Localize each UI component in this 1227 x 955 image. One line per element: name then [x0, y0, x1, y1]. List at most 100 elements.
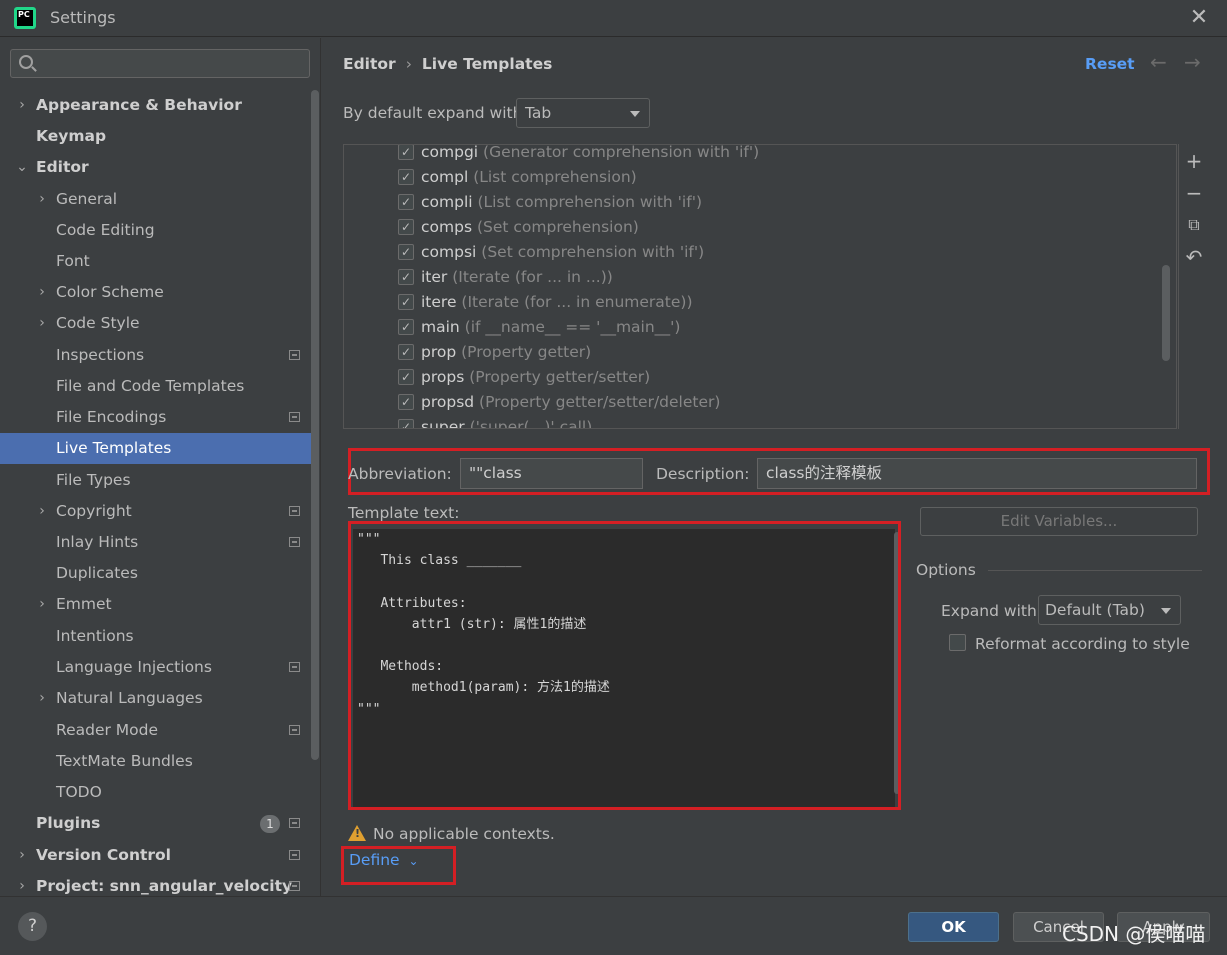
sidebar-item-label: Inspections — [56, 346, 145, 364]
sidebar-scrollbar[interactable] — [311, 90, 319, 760]
chevron-right-icon[interactable]: › — [16, 90, 28, 121]
sidebar-item-language-injections[interactable]: Language Injections — [0, 652, 313, 683]
sidebar-item-file-encodings[interactable]: File Encodings — [0, 402, 313, 433]
main-panel: Editor › Live Templates Reset ← → By defau… — [322, 38, 1227, 896]
add-icon[interactable]: + — [1183, 150, 1205, 172]
chevron-right-icon[interactable]: › — [36, 683, 48, 714]
sidebar-item-label: Intentions — [56, 627, 134, 645]
back-arrow-icon[interactable]: ← — [1150, 50, 1167, 74]
sidebar-item-inlay-hints[interactable]: Inlay Hints — [0, 527, 313, 558]
warning-icon — [348, 825, 366, 841]
sidebar-item-color-scheme[interactable]: › Color Scheme — [0, 277, 313, 308]
csdn-watermark: CSDN @侯喵喵 — [1062, 922, 1206, 946]
ok-button[interactable]: OK — [908, 912, 999, 942]
template-list[interactable]: ✓ compgi (Generator comprehension with 'i… — [343, 144, 1177, 429]
sidebar-item-label: Font — [56, 252, 90, 270]
template-description: (Iterate (for ... in ...)) — [452, 268, 613, 286]
sidebar-item-label: Inlay Hints — [56, 533, 139, 551]
chevron-right-icon[interactable]: › — [16, 840, 28, 871]
sidebar-item-emmet[interactable]: › Emmet — [0, 589, 313, 620]
sidebar-item-label: Live Templates — [56, 439, 172, 457]
sidebar-item-font[interactable]: Font — [0, 246, 313, 277]
template-checkbox[interactable]: ✓ — [398, 145, 414, 160]
chevron-down-icon[interactable]: ⌄ — [16, 152, 28, 183]
sidebar-item-live-templates[interactable]: Live Templates — [0, 433, 313, 464]
project-scope-icon — [289, 850, 300, 860]
define-link[interactable]: Define ⌄ — [349, 851, 419, 869]
template-checkbox[interactable]: ✓ — [398, 394, 414, 410]
project-scope-icon — [289, 725, 300, 735]
sidebar-item-reader-mode[interactable]: Reader Mode — [0, 715, 313, 746]
template-checkbox[interactable]: ✓ — [398, 194, 414, 210]
sidebar-item-label: Duplicates — [56, 564, 138, 582]
sidebar-item-code-editing[interactable]: Code Editing — [0, 215, 313, 246]
copy-icon[interactable]: ⧉ — [1183, 214, 1205, 236]
chevron-right-icon[interactable]: › — [36, 589, 48, 620]
sidebar-item-label: Language Injections — [56, 658, 212, 676]
description-input[interactable]: class的注释模板 — [757, 458, 1197, 489]
sidebar-item-label: Reader Mode — [56, 721, 159, 739]
sidebar-item-label: Color Scheme — [56, 283, 164, 301]
template-description: (Iterate (for ... in enumerate)) — [461, 293, 693, 311]
sidebar-item-natural-languages[interactable]: › Natural Languages — [0, 683, 313, 714]
sidebar-item-duplicates[interactable]: Duplicates — [0, 558, 313, 589]
template-abbreviation: props (Property getter/setter) — [421, 368, 651, 386]
breadcrumb: Editor › Live Templates — [343, 55, 552, 73]
sidebar-item-inspections[interactable]: Inspections — [0, 340, 313, 371]
help-icon[interactable]: ? — [18, 912, 47, 941]
abbreviation-input[interactable]: ""class — [460, 458, 643, 489]
template-checkbox[interactable]: ✓ — [398, 294, 414, 310]
template-checkbox[interactable]: ✓ — [398, 269, 414, 285]
project-scope-icon — [289, 350, 300, 360]
sidebar-item-file-and-code-templates[interactable]: File and Code Templates — [0, 371, 313, 402]
forward-arrow-icon[interactable]: → — [1184, 50, 1201, 74]
template-checkbox[interactable]: ✓ — [398, 369, 414, 385]
template-checkbox[interactable]: ✓ — [398, 219, 414, 235]
edit-variables-button[interactable]: Edit Variables... — [920, 507, 1198, 536]
sidebar-item-textmate-bundles[interactable]: TextMate Bundles — [0, 746, 313, 777]
restore-icon[interactable]: ↶ — [1183, 246, 1205, 268]
template-checkbox[interactable]: ✓ — [398, 344, 414, 360]
sidebar-item-file-types[interactable]: File Types — [0, 465, 313, 496]
highlight-box-template — [348, 521, 901, 810]
reformat-checkbox[interactable] — [949, 634, 966, 651]
remove-icon[interactable]: − — [1183, 182, 1205, 204]
template-abbreviation: iter (Iterate (for ... in ...)) — [421, 268, 613, 286]
sidebar-item-todo[interactable]: TODO — [0, 777, 313, 808]
breadcrumb-parent[interactable]: Editor — [343, 55, 396, 73]
template-abbreviation: main (if __name__ == '__main__') — [421, 318, 681, 336]
sidebar-item-general[interactable]: › General — [0, 184, 313, 215]
chevron-right-icon[interactable]: › — [36, 308, 48, 339]
chevron-right-icon[interactable]: › — [36, 277, 48, 308]
options-expand-dropdown[interactable]: Default (Tab) — [1038, 595, 1181, 625]
close-icon[interactable]: ✕ — [1186, 5, 1212, 31]
template-checkbox[interactable]: ✓ — [398, 169, 414, 185]
sidebar-item-editor[interactable]: ⌄ Editor — [0, 152, 313, 183]
sidebar-item-label: TextMate Bundles — [56, 752, 193, 770]
options-expand-label: Expand with — [941, 602, 1037, 620]
template-checkbox[interactable]: ✓ — [398, 244, 414, 260]
search-icon — [19, 55, 33, 69]
chevron-right-icon[interactable]: › — [36, 496, 48, 527]
chevron-right-icon[interactable]: › — [36, 184, 48, 215]
template-description: (if __name__ == '__main__') — [464, 318, 681, 336]
sidebar-item-keymap[interactable]: Keymap — [0, 121, 313, 152]
sidebar-item-label: Code Style — [56, 314, 140, 332]
expand-with-dropdown[interactable]: Tab — [516, 98, 650, 128]
sidebar-item-version-control[interactable]: › Version Control — [0, 840, 313, 871]
project-scope-icon — [289, 537, 300, 547]
define-label: Define — [349, 851, 400, 869]
sidebar-item-appearance-behavior[interactable]: › Appearance & Behavior — [0, 90, 313, 121]
sidebar-item-plugins[interactable]: Plugins 1 — [0, 808, 313, 839]
sidebar-item-copyright[interactable]: › Copyright — [0, 496, 313, 527]
list-scrollbar[interactable] — [1162, 265, 1170, 361]
chevron-down-icon — [1161, 608, 1171, 614]
template-checkbox[interactable]: ✓ — [398, 319, 414, 335]
template-checkbox[interactable]: ✓ — [398, 419, 414, 428]
search-input[interactable] — [10, 49, 310, 78]
sidebar-item-label: Natural Languages — [56, 689, 203, 707]
sidebar-item-code-style[interactable]: › Code Style — [0, 308, 313, 339]
sidebar-item-intentions[interactable]: Intentions — [0, 621, 313, 652]
template-abbreviation: compsi (Set comprehension with 'if') — [421, 243, 705, 261]
reset-link[interactable]: Reset — [1085, 55, 1135, 73]
